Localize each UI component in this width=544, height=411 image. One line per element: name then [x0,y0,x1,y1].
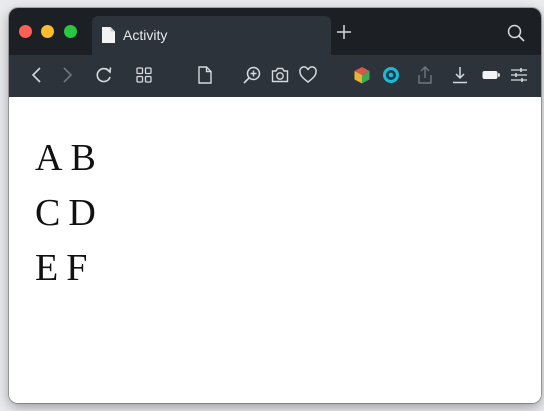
zoom-in-icon[interactable] [242,65,262,85]
sliders-icon[interactable] [509,65,529,85]
toolbar [9,55,541,97]
cube-extension-icon[interactable] [352,65,372,85]
zoom-window-button[interactable] [64,25,77,38]
letter-text: C [35,192,61,234]
forward-icon[interactable] [57,65,77,85]
battery-icon[interactable] [481,65,501,85]
letter-text: F [66,247,88,289]
camera-icon[interactable] [270,65,290,85]
record-extension-icon[interactable] [381,65,401,85]
new-tab-button[interactable] [336,24,352,40]
back-icon[interactable] [27,65,47,85]
letter-text: D [68,192,96,234]
grid-icon[interactable] [134,65,154,85]
letter-text: E [35,247,59,289]
letter-text: B [70,137,96,179]
document-icon[interactable] [195,65,215,85]
reload-icon[interactable] [94,65,114,85]
page-content: AB CD EF [9,97,541,403]
heart-icon[interactable] [298,65,318,85]
tab-bar: Activity [9,8,541,55]
document-icon [102,27,115,43]
letter-text: A [35,137,63,179]
share-icon[interactable] [415,65,435,85]
letter-row: AB [35,138,96,178]
download-icon[interactable] [450,65,470,85]
tab-activity[interactable]: Activity [92,16,331,55]
search-icon[interactable] [507,24,525,42]
letter-row: CD [35,193,96,233]
close-window-button[interactable] [19,25,32,38]
browser-window: Activity A B C D E F [9,8,541,403]
letter-row: EF [35,248,87,288]
tab-title: Activity [123,27,168,43]
minimize-window-button[interactable] [41,25,54,38]
